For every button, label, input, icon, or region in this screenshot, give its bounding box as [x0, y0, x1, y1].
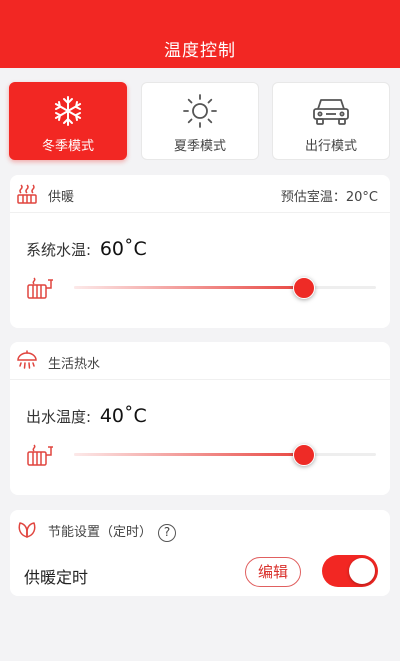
heating-schedule-toggle[interactable] — [322, 555, 378, 587]
boiler-icon — [26, 276, 54, 300]
heating-card: 供暖 预估室温：20°C 系统水温: 60˚C — [10, 175, 390, 328]
boiler-icon — [26, 443, 54, 467]
energy-card: 节能设置（定时）? 供暖定时 编辑 — [10, 510, 390, 596]
snowflake-icon — [10, 93, 126, 129]
water-temp-label: 系统水温: — [26, 241, 92, 259]
water-temp-slider-fill — [74, 286, 304, 289]
energy-title-text: 节能设置（定时） — [48, 525, 153, 540]
outlet-temp-slider[interactable] — [74, 444, 376, 466]
help-icon[interactable]: ? — [158, 523, 177, 542]
water-temp-line: 系统水温: 60˚C — [26, 238, 147, 260]
mode-summer-label: 夏季模式 — [173, 139, 226, 154]
toggle-knob — [349, 558, 375, 584]
water-temp-slider-thumb[interactable] — [292, 277, 315, 299]
mode-summer-button[interactable]: 夏季模式 — [141, 82, 259, 160]
mode-travel-label: 出行模式 — [304, 139, 357, 154]
water-temp-slider[interactable] — [74, 277, 376, 299]
water-temp-slider-row — [26, 274, 376, 302]
outlet-temp-value: 40˚C — [99, 405, 147, 427]
car-icon — [273, 93, 389, 129]
outlet-temp-slider-row — [26, 441, 376, 469]
heating-card-header: 供暖 预估室温：20°C — [10, 175, 390, 213]
estimated-room-temp: 预估室温：20°C — [280, 190, 378, 205]
hot-water-card: 生活热水 出水温度: 40˚C — [10, 342, 390, 495]
app-header: 温度控制 — [0, 0, 400, 68]
heating-title: 供暖 — [48, 190, 75, 205]
hot-water-card-header: 生活热水 — [10, 342, 390, 380]
radiator-icon — [16, 183, 38, 205]
mode-winter-label: 冬季模式 — [41, 139, 94, 154]
shower-icon — [16, 350, 38, 372]
water-temp-value: 60˚C — [99, 238, 147, 260]
sun-icon — [142, 93, 258, 129]
mode-winter-button[interactable]: 冬季模式 — [9, 82, 127, 160]
heating-schedule-label: 供暖定时 — [24, 568, 89, 587]
outlet-temp-line: 出水温度: 40˚C — [26, 405, 147, 427]
leaf-icon — [16, 518, 38, 540]
energy-card-header: 节能设置（定时）? — [10, 510, 390, 548]
outlet-temp-slider-thumb[interactable] — [292, 444, 315, 466]
page-title: 温度控制 — [164, 41, 236, 61]
outlet-temp-label: 出水温度: — [26, 408, 92, 426]
hot-water-title: 生活热水 — [48, 357, 101, 372]
outlet-temp-slider-fill — [74, 453, 304, 456]
mode-travel-button[interactable]: 出行模式 — [272, 82, 390, 160]
edit-button[interactable]: 编辑 — [245, 557, 301, 587]
energy-title: 节能设置（定时）? — [48, 521, 177, 542]
